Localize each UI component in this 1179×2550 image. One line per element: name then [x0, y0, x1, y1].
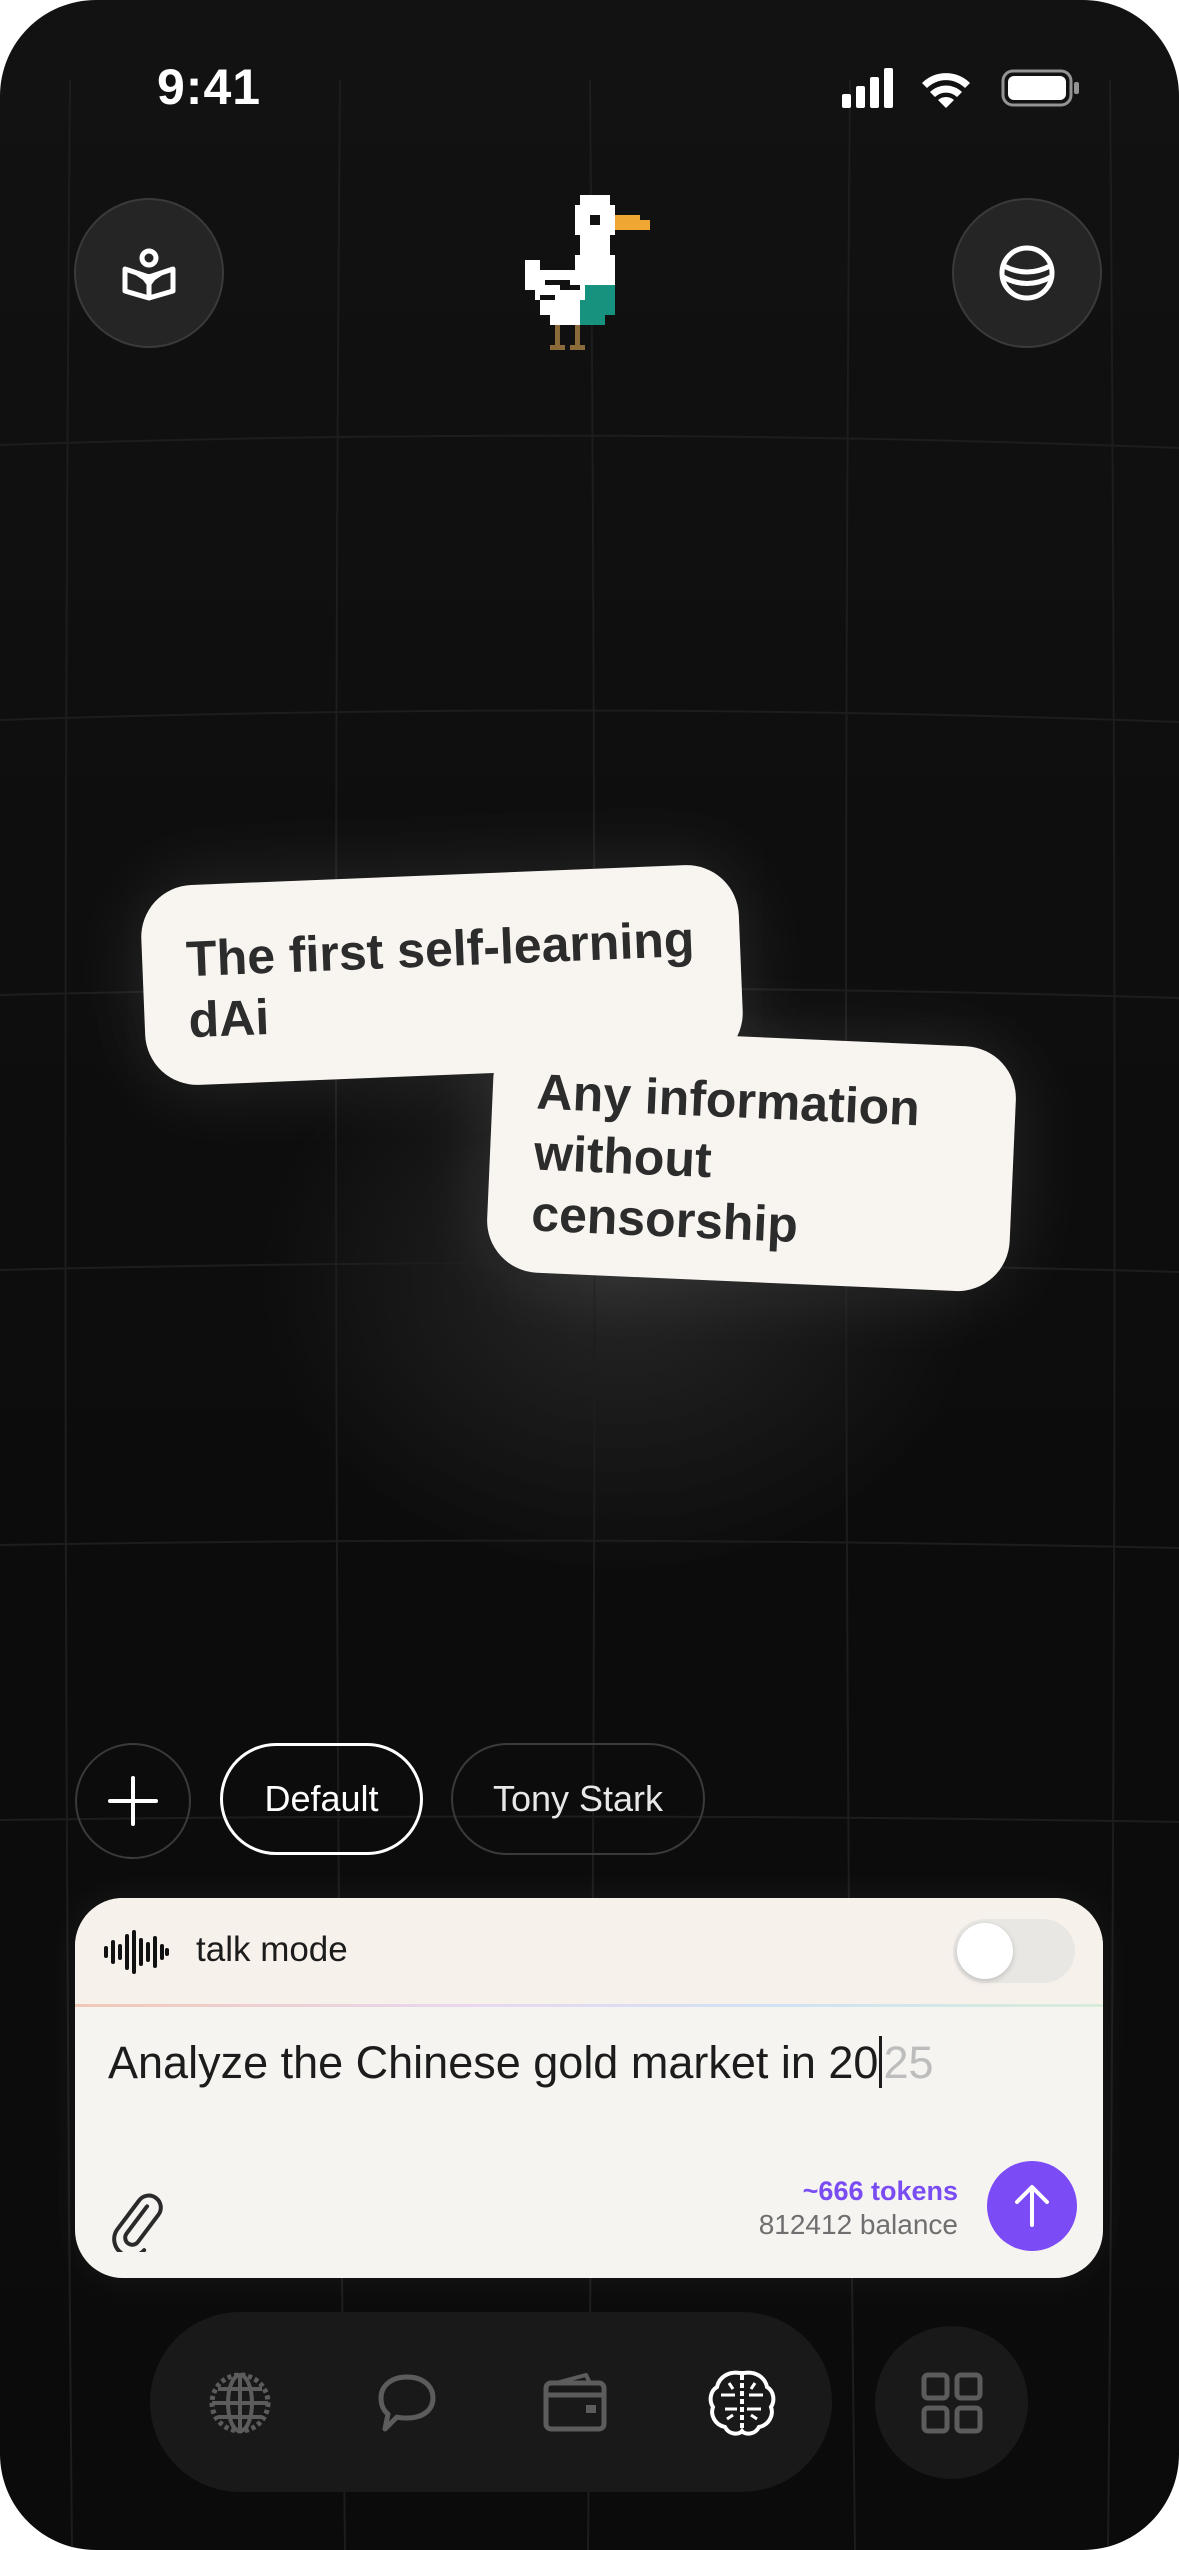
add-persona-button[interactable] — [75, 1743, 191, 1859]
nav-brain[interactable] — [697, 2358, 787, 2448]
feature-text: Any information without censorship — [530, 1063, 921, 1254]
plus-icon — [108, 1776, 158, 1826]
feature-text: The first self-learning dAi — [185, 910, 696, 1049]
toggle-knob — [957, 1923, 1013, 1979]
nav-chat[interactable] — [362, 2358, 452, 2448]
grid-icon — [921, 2372, 982, 2433]
prompt-suggestion-text: 25 — [883, 2037, 934, 2088]
signal-icon — [842, 68, 893, 108]
token-balance: 812412 balance — [758, 2209, 958, 2240]
app-screen: 9:41 The first self-learning dAi Any inf… — [0, 0, 1179, 2550]
globe-button[interactable] — [952, 198, 1102, 348]
divider — [75, 2004, 1103, 2007]
token-estimate: ~666 tokens — [802, 2176, 958, 2206]
brain-icon — [708, 2370, 776, 2436]
token-info: ~666 tokens 812412 balance — [759, 2176, 958, 2241]
prompt-input[interactable]: Analyze the Chinese gold market in 20 25 — [108, 2036, 934, 2089]
persona-chip-default[interactable]: Default — [220, 1743, 423, 1855]
book-reader-button[interactable] — [74, 198, 224, 348]
prompt-typed-text: Analyze the Chinese gold market in 20 — [108, 2037, 879, 2088]
persona-chip-tony-stark[interactable]: Tony Stark — [451, 1743, 705, 1855]
arrow-up-icon — [1015, 2185, 1049, 2227]
send-button[interactable] — [987, 2161, 1077, 2251]
nav-globe[interactable] — [195, 2358, 285, 2448]
talk-mode-toggle[interactable] — [953, 1919, 1075, 1983]
talk-mode-row: talk mode — [75, 1898, 1103, 2004]
chat-bubble-icon — [378, 2374, 436, 2432]
talk-mode-label: talk mode — [196, 1930, 348, 1969]
globe-icon — [209, 2372, 271, 2434]
pixel-duck-logo — [520, 195, 650, 350]
status-time: 9:41 — [157, 59, 262, 115]
wallet-icon — [543, 2373, 607, 2432]
feature-card-no-censorship: Any information without censorship — [484, 1025, 1019, 1294]
nav-wallet[interactable] — [530, 2358, 620, 2448]
wifi-icon — [922, 73, 970, 108]
status-icons — [842, 68, 1079, 108]
sound-wave-icon — [104, 1930, 169, 1974]
text-caret — [879, 2036, 883, 2088]
globe-icon — [999, 245, 1055, 301]
apps-button[interactable] — [875, 2326, 1028, 2479]
paperclip-icon[interactable] — [105, 2190, 167, 2252]
composer-panel: talk mode Analyze the Chinese gold marke… — [75, 1898, 1103, 2278]
book-reader-icon — [122, 248, 176, 301]
battery-icon — [1001, 69, 1079, 107]
